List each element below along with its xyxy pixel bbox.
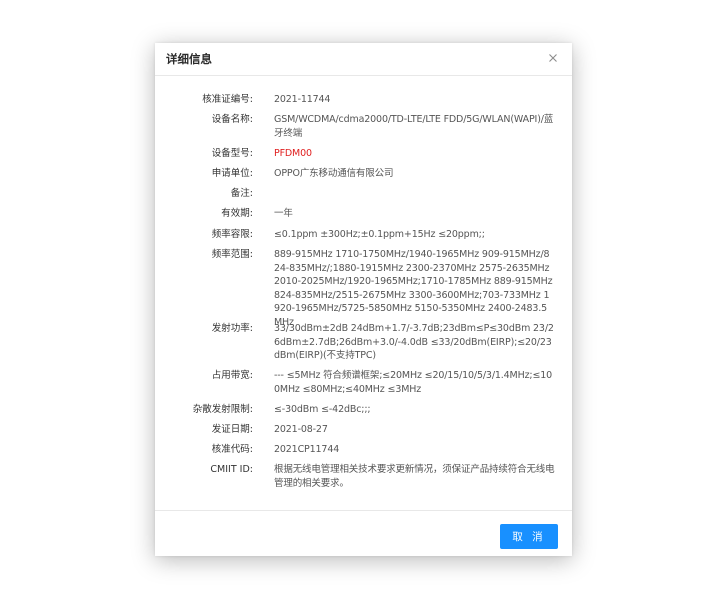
dialog-header: 详细信息 [155,43,572,76]
field-label: 设备型号: [211,148,253,159]
field-value: ≤0.1ppm ±300Hz;±0.1ppm+15Hz ≤20ppm;; [274,229,485,240]
field-value: 2021-08-27 [274,424,328,435]
field-value: OPPO广东移动通信有限公司 [274,168,394,179]
field-row-cmiit-id: CMIIT ID: 根据无线电管理相关技术要求更新情况，须保证产品持续符合无线电… [155,463,572,497]
field-label: 备注: [230,188,253,199]
field-value: 2021-11744 [274,94,331,105]
field-value: 889-915MHz 1710-1750MHz/1940-1965MHz 909… [274,249,553,328]
field-row-approval-code: 核准代码: 2021CP11744 [155,443,572,463]
field-row-approval-number: 核准证编号: 2021-11744 [155,93,572,113]
field-row-frequency-range: 频率范围: 889-915MHz 1710-1750MHz/1940-1965M… [155,248,572,328]
field-value [274,187,555,207]
field-value: GSM/WCDMA/cdma2000/TD-LTE/LTE FDD/5G/WLA… [274,114,554,139]
field-label: 有效期: [221,208,253,219]
dialog-body: 核准证编号: 2021-11744 设备名称: GSM/WCDMA/cdma20… [155,93,572,497]
field-label: 核准代码: [211,444,253,455]
field-row-validity: 有效期: 一年 [155,207,572,228]
field-row-occupied-bandwidth: 占用带宽: --- ≤5MHz 符合频谱框架;≤20MHz ≤20/15/10/… [155,369,572,403]
field-value: --- ≤5MHz 符合频谱框架;≤20MHz ≤20/15/10/5/3/1.… [274,370,553,395]
field-row-remarks: 备注: [155,187,572,207]
field-row-device-model: 设备型号: PFDM00 [155,147,572,167]
close-button[interactable] [547,52,559,64]
cancel-button[interactable]: 取 消 [500,524,558,549]
field-row-applicant: 申请单位: OPPO广东移动通信有限公司 [155,167,572,187]
close-icon [549,54,557,62]
field-value: 一年 [274,208,293,219]
detail-dialog: 详细信息 核准证编号: 2021-11744 设备名称: GSM/WCDMA/c… [155,43,572,556]
field-value: 2021CP11744 [274,444,340,455]
field-label: 核准证编号: [202,94,253,105]
field-label: 占用带宽: [211,370,253,381]
field-label: 频率容限: [211,229,253,240]
field-row-device-name: 设备名称: GSM/WCDMA/cdma2000/TD-LTE/LTE FDD/… [155,113,572,147]
field-label: 发射功率: [211,323,253,334]
field-value: 根据无线电管理相关技术要求更新情况，须保证产品持续符合无线电管理的相关要求。 [274,464,555,489]
field-value: 33/30dBm±2dB 24dBm+1.7/-3.7dB;23dBm≤P≤30… [274,323,554,361]
field-row-spurious-emission: 杂散发射限制: ≤-30dBm ≤-42dBc;;; [155,403,572,423]
field-label: 频率范围: [211,249,253,260]
dialog-title: 详细信息 [166,52,212,66]
field-label: 申请单位: [211,168,253,179]
field-row-issue-date: 发证日期: 2021-08-27 [155,423,572,443]
field-row-frequency-tolerance: 频率容限: ≤0.1ppm ±300Hz;±0.1ppm+15Hz ≤20ppm… [155,228,572,248]
field-value: ≤-30dBm ≤-42dBc;;; [274,404,371,415]
field-value-model: PFDM00 [274,148,312,159]
field-label: 设备名称: [211,114,253,125]
field-label: 杂散发射限制: [192,404,253,415]
dialog-footer: 取 消 [155,510,572,556]
field-label: CMIIT ID: [210,464,253,475]
field-label: 发证日期: [211,424,253,435]
field-row-transmit-power: 发射功率: 33/30dBm±2dB 24dBm+1.7/-3.7dB;23dB… [155,322,572,369]
